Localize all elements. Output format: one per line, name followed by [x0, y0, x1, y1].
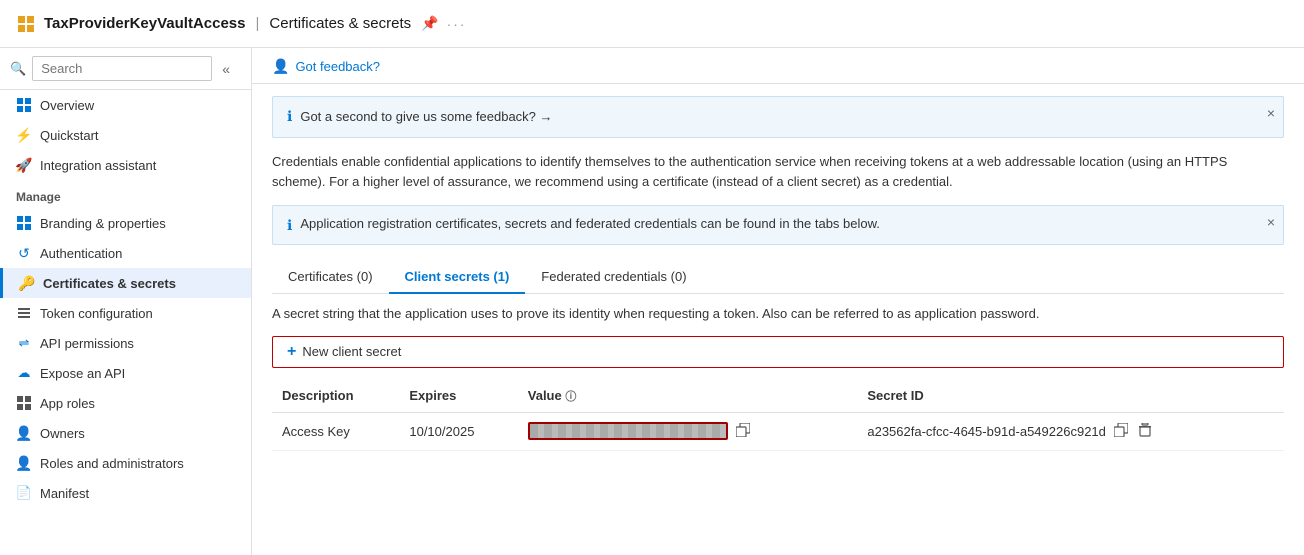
row-expires: 10/10/2025 — [399, 412, 517, 450]
quickstart-icon: ⚡ — [16, 127, 32, 143]
copy-value-button[interactable] — [734, 421, 752, 442]
roles-icon: 👤 — [16, 455, 32, 471]
sidebar-item-token[interactable]: Token configuration — [0, 298, 251, 328]
add-btn-label: New client secret — [302, 344, 401, 359]
authentication-icon: ↺ — [16, 245, 32, 261]
manage-section-label: Manage — [0, 180, 251, 208]
title-separator: | — [256, 15, 260, 32]
content-area: 👤 Got feedback? ℹ Got a second to give u… — [252, 48, 1304, 555]
sidebar-item-label: Token configuration — [40, 306, 153, 321]
row-description: Access Key — [272, 412, 399, 450]
tab-client-secrets[interactable]: Client secrets (1) — [389, 261, 526, 294]
owners-icon: 👤 — [16, 425, 32, 441]
info-icon-1: ℹ — [287, 108, 292, 125]
certs-icon: 🔑 — [19, 275, 35, 291]
feedback-header: 👤 Got feedback? — [252, 48, 1304, 84]
value-masked-field — [528, 422, 728, 440]
api-icon: ⇌ — [16, 335, 32, 351]
app-icon — [16, 14, 36, 34]
copy-secret-id-button[interactable] — [1112, 421, 1130, 442]
sidebar-item-branding[interactable]: Branding & properties — [0, 208, 251, 238]
approles-icon — [16, 395, 32, 411]
table-row: Access Key 10/10/2025 a23562fa-cfcc-4645… — [272, 412, 1284, 450]
sidebar-item-label: API permissions — [40, 336, 134, 351]
feedback-banner-close[interactable]: × — [1267, 105, 1275, 121]
sidebar-collapse-button[interactable]: « — [218, 59, 234, 79]
feedback-link[interactable]: Got feedback? — [295, 59, 380, 74]
sidebar-item-certs[interactable]: 🔑 Certificates & secrets — [0, 268, 251, 298]
secrets-table: Description Expires Value ⓘ Secret ID Ac… — [272, 380, 1284, 451]
pin-icon[interactable]: 📌 — [421, 15, 438, 32]
delete-secret-button[interactable] — [1136, 421, 1154, 442]
sidebar-item-label: App roles — [40, 396, 95, 411]
sidebar-item-integration[interactable]: 🚀 Integration assistant — [0, 150, 251, 180]
credentials-description: Credentials enable confidential applicat… — [272, 152, 1284, 194]
branding-icon — [16, 215, 32, 231]
tabs-info-banner: ℹ Application registration certificates,… — [272, 205, 1284, 245]
row-value — [518, 412, 858, 450]
sidebar-item-label: Expose an API — [40, 366, 125, 381]
sidebar-search-bar[interactable]: 🔍 « — [0, 48, 251, 90]
sidebar: 🔍 « Overview ⚡ Quickstart 🚀 Integration … — [0, 48, 252, 555]
sidebar-item-owners[interactable]: 👤 Owners — [0, 418, 251, 448]
integration-icon: 🚀 — [16, 157, 32, 173]
sidebar-item-expose[interactable]: ☁ Expose an API — [0, 358, 251, 388]
sidebar-item-api[interactable]: ⇌ API permissions — [0, 328, 251, 358]
sidebar-item-label: Branding & properties — [40, 216, 166, 231]
sidebar-item-label: Integration assistant — [40, 158, 156, 173]
sidebar-item-overview[interactable]: Overview — [0, 90, 251, 120]
sidebar-item-roles[interactable]: 👤 Roles and administrators — [0, 448, 251, 478]
top-bar: TaxProviderKeyVaultAccess | Certificates… — [0, 0, 1304, 48]
overview-icon — [16, 97, 32, 113]
value-tooltip-icon: ⓘ — [565, 391, 576, 403]
manifest-icon: 📄 — [16, 485, 32, 501]
tab-certificates[interactable]: Certificates (0) — [272, 261, 389, 294]
tabs-banner-text: Application registration certificates, s… — [300, 216, 880, 231]
feedback-banner-text: Got a second to give us some feedback? → — [300, 107, 552, 127]
credential-tabs: Certificates (0) Client secrets (1) Fede… — [272, 261, 1284, 294]
page-title: Certificates & secrets — [269, 15, 411, 32]
col-value: Value ⓘ — [518, 380, 858, 413]
sidebar-item-label: Manifest — [40, 486, 89, 501]
plus-icon: + — [287, 343, 296, 361]
app-name: TaxProviderKeyVaultAccess — [44, 15, 246, 32]
sidebar-item-label: Owners — [40, 426, 85, 441]
expose-icon: ☁ — [16, 365, 32, 381]
more-options-icon[interactable]: ··· — [447, 16, 467, 32]
col-secret-id: Secret ID — [857, 380, 1284, 413]
sidebar-item-label: Quickstart — [40, 128, 99, 143]
col-expires: Expires — [399, 380, 517, 413]
main-layout: 🔍 « Overview ⚡ Quickstart 🚀 Integration … — [0, 48, 1304, 555]
sidebar-item-label: Certificates & secrets — [43, 276, 176, 291]
client-secrets-description: A secret string that the application use… — [272, 304, 1284, 324]
search-input[interactable] — [32, 56, 212, 81]
info-icon-2: ℹ — [287, 217, 292, 234]
feedback-banner: ℹ Got a second to give us some feedback?… — [272, 96, 1284, 138]
col-description: Description — [272, 380, 399, 413]
tab-federated[interactable]: Federated credentials (0) — [525, 261, 702, 294]
sidebar-item-label: Overview — [40, 98, 94, 113]
value-cell — [528, 421, 848, 442]
sidebar-item-label: Authentication — [40, 246, 122, 261]
sidebar-item-quickstart[interactable]: ⚡ Quickstart — [0, 120, 251, 150]
sidebar-item-approles[interactable]: App roles — [0, 388, 251, 418]
tabs-banner-close[interactable]: × — [1267, 214, 1275, 230]
new-client-secret-button[interactable]: + New client secret — [272, 336, 1284, 368]
row-secret-id: a23562fa-cfcc-4645-b91d-a549226c921d — [857, 412, 1284, 450]
search-icon: 🔍 — [10, 61, 26, 77]
sidebar-item-authentication[interactable]: ↺ Authentication — [0, 238, 251, 268]
token-icon — [16, 305, 32, 321]
sidebar-item-manifest[interactable]: 📄 Manifest — [0, 478, 251, 508]
sidebar-item-label: Roles and administrators — [40, 456, 184, 471]
feedback-icon: 👤 — [272, 58, 289, 75]
